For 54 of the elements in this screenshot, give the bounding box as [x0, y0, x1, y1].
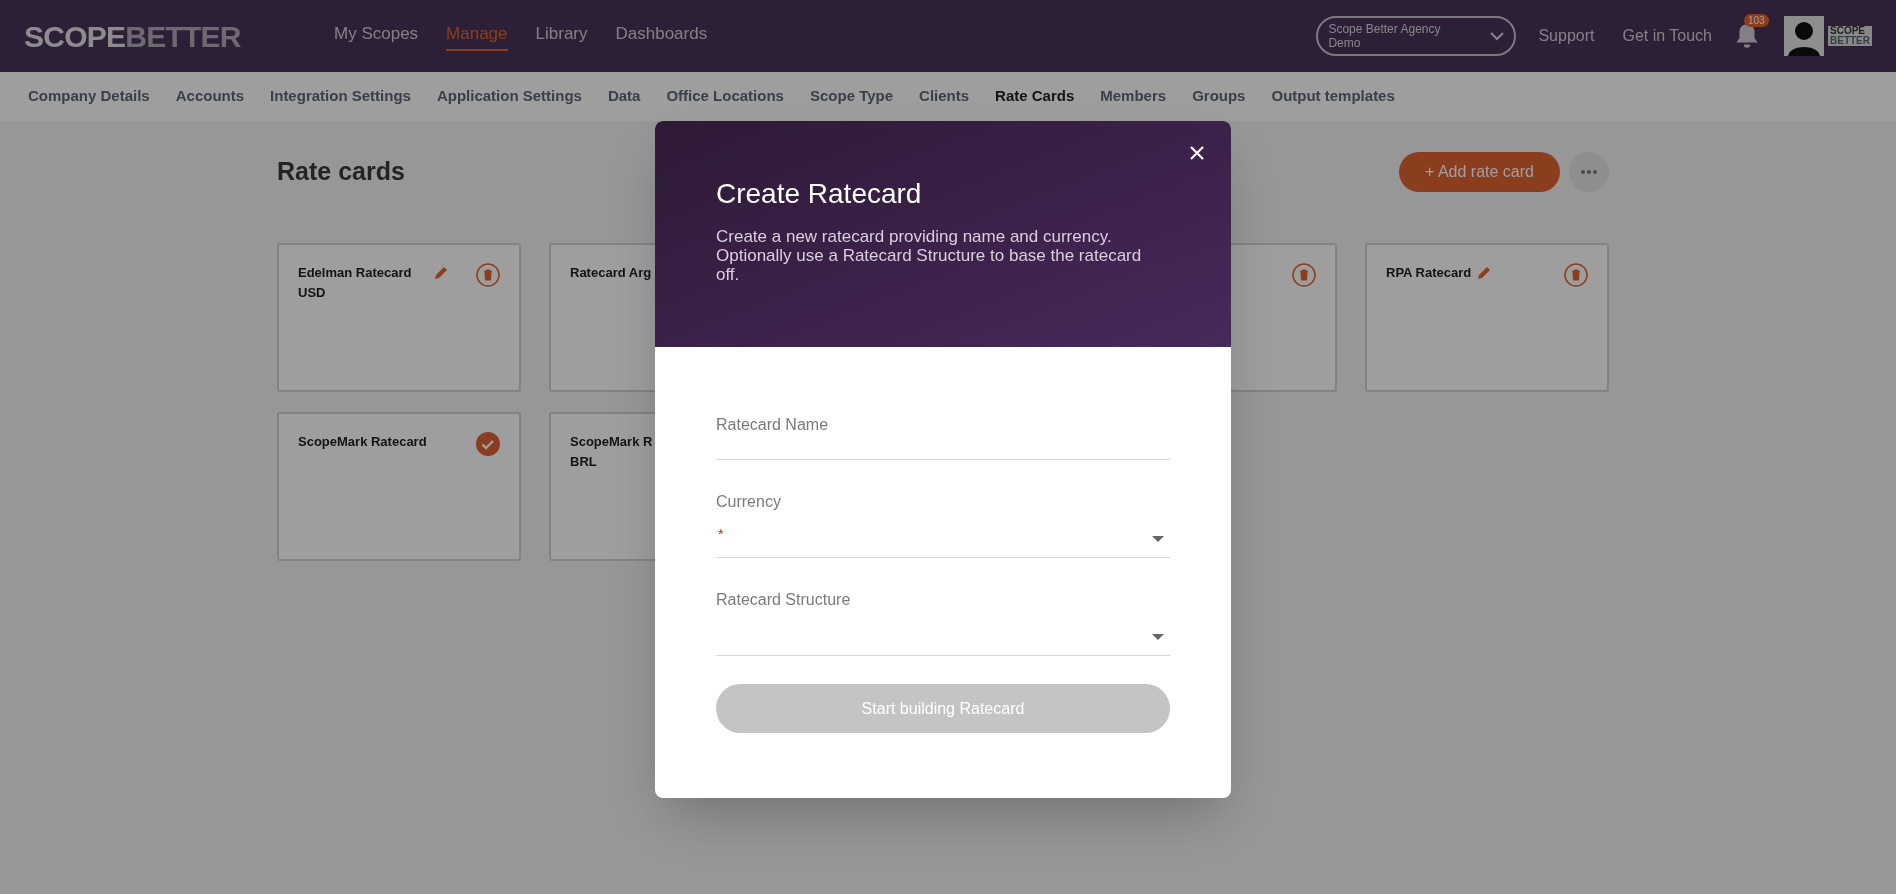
settings-tab[interactable]: Members: [1100, 85, 1167, 108]
trash-icon[interactable]: [476, 263, 500, 287]
pencil-icon[interactable]: [1477, 266, 1492, 280]
ratecard-card[interactable]: Edelman Ratecard USD: [277, 243, 521, 392]
organization-logo: SCOPE BETTER: [1828, 26, 1872, 46]
settings-tab[interactable]: Rate Cards: [995, 85, 1075, 108]
more-icon: [1581, 170, 1597, 174]
settings-tab[interactable]: Scope Type: [809, 85, 894, 108]
trash-icon[interactable]: [1292, 263, 1316, 287]
settings-tab[interactable]: Clients: [919, 85, 970, 108]
settings-tab[interactable]: Accounts: [175, 85, 245, 108]
settings-tab[interactable]: Application Settings: [436, 85, 582, 108]
bell-icon[interactable]: [1734, 22, 1760, 50]
nav-tab[interactable]: Manage: [446, 21, 508, 51]
avatar[interactable]: [1784, 16, 1824, 56]
settings-tab[interactable]: Output templates: [1271, 85, 1395, 108]
settings-tab[interactable]: Office Locations: [666, 85, 784, 108]
field-label: Ratecard Structure: [716, 590, 852, 610]
more-button[interactable]: [1569, 152, 1609, 192]
settings-tab[interactable]: Company Details: [28, 85, 150, 108]
logo: SCOPE: [24, 18, 126, 55]
field-label: Ratecard Name: [716, 415, 830, 435]
settings-tab[interactable]: Groups: [1192, 85, 1246, 108]
notification-badge: 103: [1744, 14, 1769, 27]
ratecard-title: ScopeMark R BRL: [570, 433, 653, 471]
required-mark: *: [718, 525, 724, 544]
settings-tab[interactable]: Data: [607, 85, 641, 108]
dropdown-arrow-icon: [1152, 633, 1164, 640]
dialog-description: Create a new ratecard providing name and currency. Optionally use a Ratecard Structure to base the ratecard off.: [716, 227, 1143, 284]
settings-tab[interactable]: Integration Settings: [270, 85, 411, 108]
ratecard-card[interactable]: RPA Ratecard: [1365, 243, 1609, 392]
nav-tab[interactable]: Dashboards: [615, 21, 708, 51]
ratecard-title: ScopeMark Ratecard: [298, 433, 427, 451]
nav-tab[interactable]: My Scopes: [334, 21, 419, 51]
select-field[interactable]: *: [716, 520, 1170, 558]
close-icon: [1189, 145, 1205, 161]
check-icon: [476, 432, 500, 456]
ratecard-title: Ratecard Arg: [570, 264, 652, 282]
nav-tab[interactable]: Library: [535, 21, 588, 51]
field-label: Currency: [716, 492, 782, 512]
ratecard-title: Edelman Ratecard USD: [298, 264, 413, 302]
page-title: Rate cards: [277, 156, 405, 188]
logo: BETTER: [125, 18, 241, 55]
chevron-down-icon: [1490, 31, 1505, 41]
trash-icon[interactable]: [1564, 263, 1588, 287]
ratecard-card[interactable]: ScopeMark Ratecard: [277, 412, 521, 561]
dialog-title: Create Ratecard: [716, 177, 923, 211]
add-rate-card-button[interactable]: + Add rate card: [1399, 152, 1560, 192]
pencil-icon[interactable]: [434, 266, 448, 280]
agency-select[interactable]: Scope Better Agency Demo: [1316, 16, 1517, 56]
ratecard-title: RPA Ratecard: [1386, 264, 1472, 282]
dropdown-arrow-icon: [1152, 535, 1164, 542]
nav-link[interactable]: Get in Touch: [1622, 24, 1712, 48]
nav-link[interactable]: Support: [1538, 24, 1595, 48]
